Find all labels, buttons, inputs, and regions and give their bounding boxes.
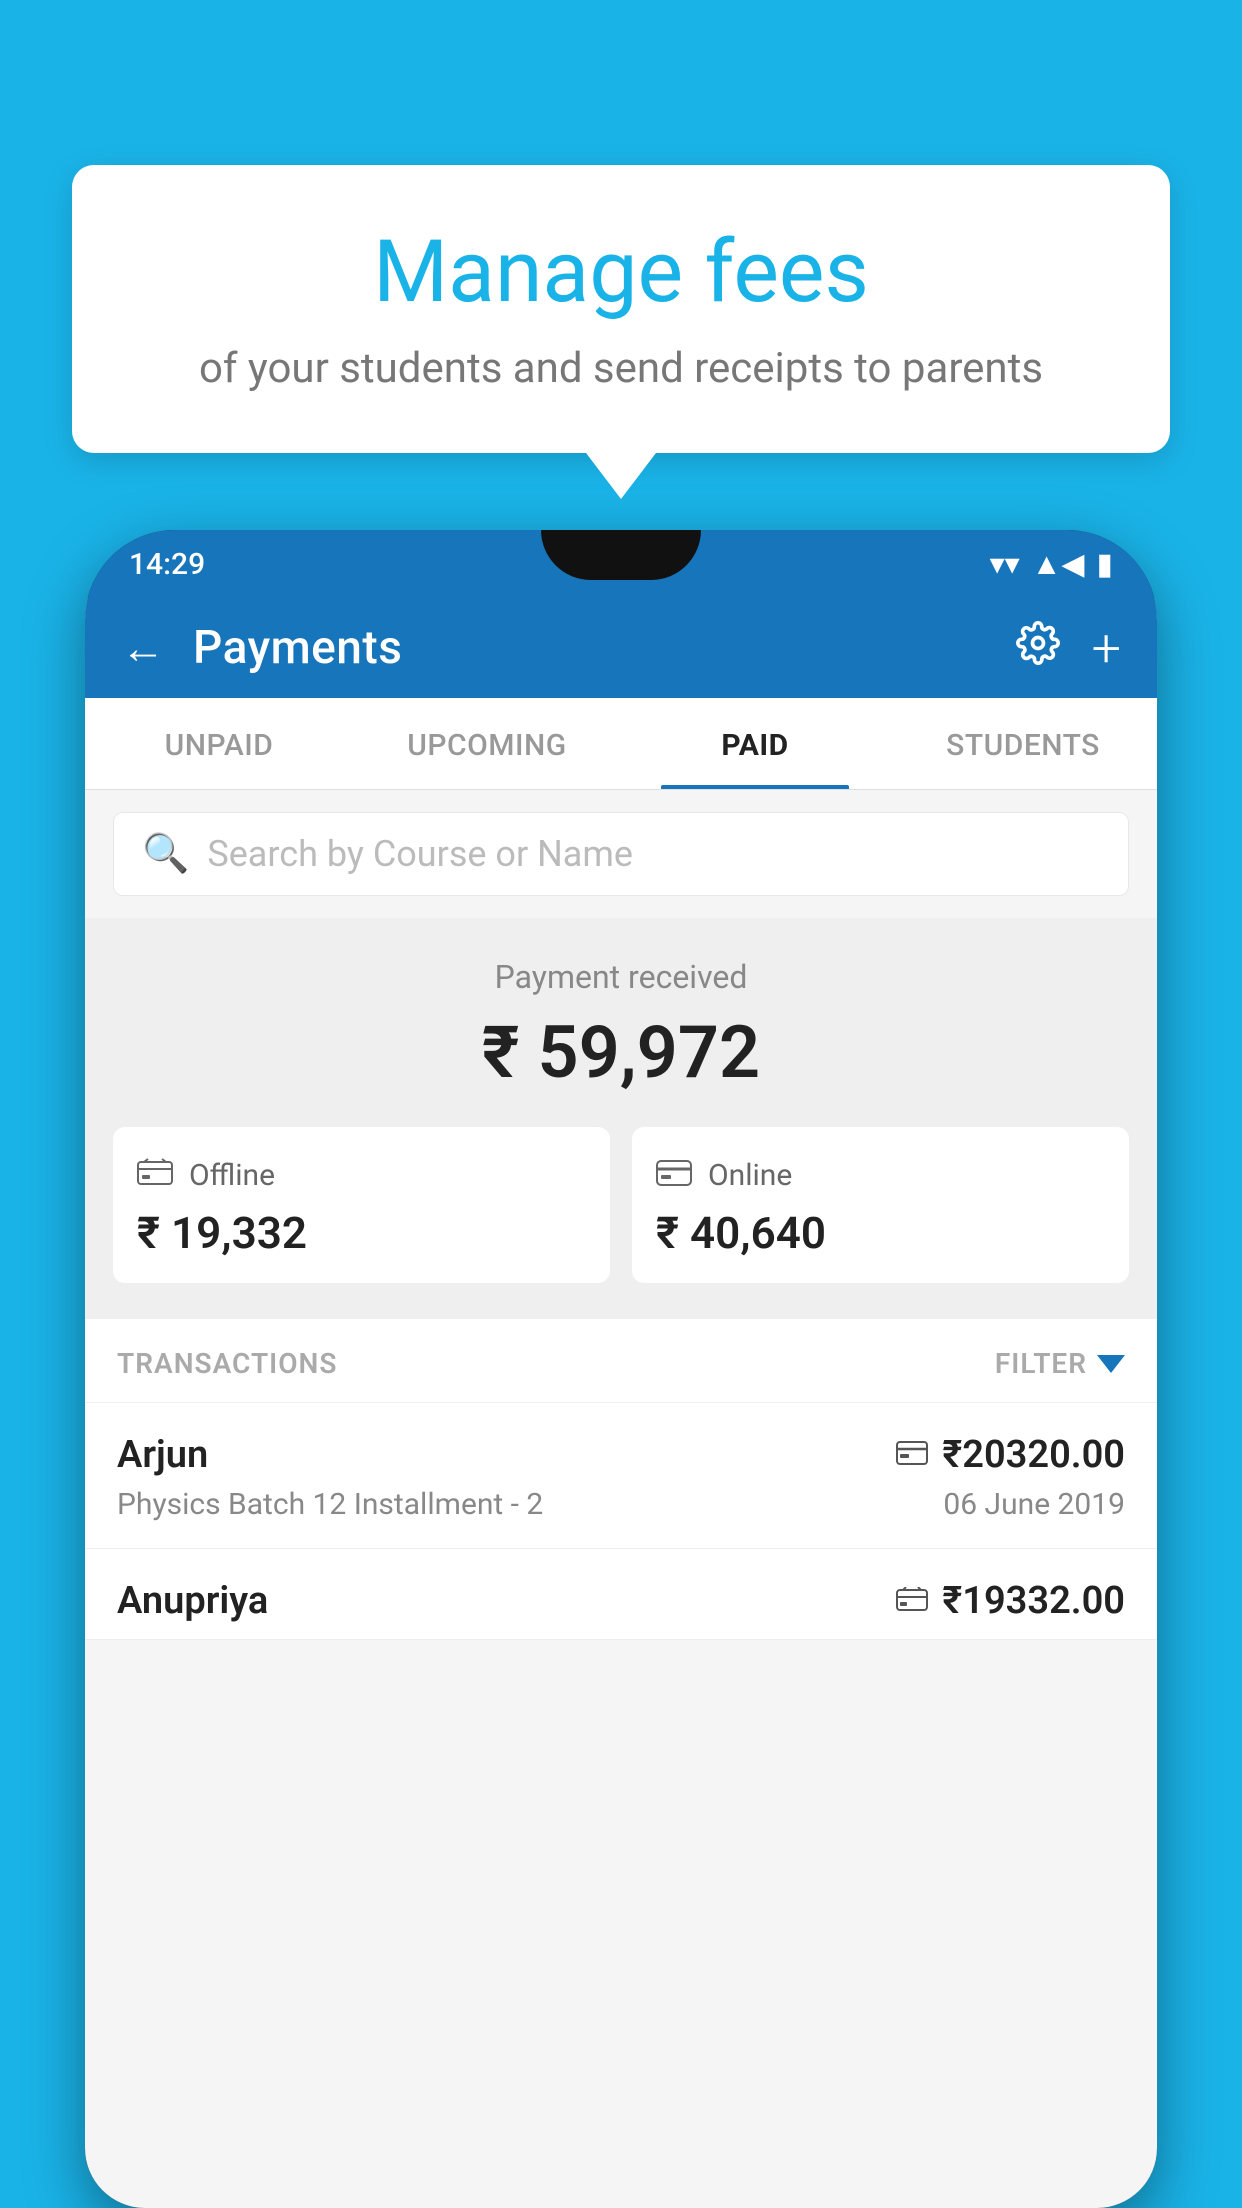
tab-paid[interactable]: PAID [621,698,889,789]
phone-frame: 14:29 ▾▾ ▲◀ ▮ ← Payments + [85,530,1157,2208]
transaction-amount-wrap: ₹19332.00 [896,1579,1125,1623]
time-label: 14:29 [129,547,205,582]
transaction-row[interactable]: Anupriya ₹19332.00 [85,1549,1157,1640]
tab-upcoming[interactable]: UPCOMING [353,698,621,789]
payment-received-label: Payment received [113,958,1129,996]
online-label: Online [708,1158,792,1193]
online-card: Online ₹ 40,640 [632,1127,1129,1283]
tab-students[interactable]: STUDENTS [889,698,1157,789]
transaction-course: Physics Batch 12 Installment - 2 [117,1487,543,1522]
offline-label: Offline [189,1158,275,1193]
add-button[interactable]: + [1092,618,1121,679]
offline-payment-icon [896,1584,928,1619]
filter-button[interactable]: FILTER [995,1347,1125,1380]
transaction-name: Anupriya [117,1579,268,1623]
search-bar[interactable]: 🔍 Search by Course or Name [113,812,1129,896]
wifi-icon: ▾▾ [990,547,1020,582]
search-container: 🔍 Search by Course or Name [85,790,1157,918]
app-header: ← Payments + [85,598,1157,698]
search-input[interactable]: Search by Course or Name [207,833,1100,875]
offline-card: Offline ₹ 19,332 [113,1127,610,1283]
battery-icon: ▮ [1096,547,1113,582]
offline-amount: ₹ 19,332 [137,1207,586,1259]
screen-content: ← Payments + UNPAID UPCOMING PA [85,598,1157,2208]
header-icons: + [1016,618,1121,679]
offline-icon [137,1155,173,1195]
tooltip-card: Manage fees of your students and send re… [72,165,1170,453]
filter-label: FILTER [995,1347,1087,1380]
transactions-header: TRANSACTIONS FILTER [85,1319,1157,1403]
transaction-date: 06 June 2019 [943,1487,1125,1522]
transaction-amount: ₹19332.00 [942,1579,1125,1623]
tabs-container: UNPAID UPCOMING PAID STUDENTS [85,698,1157,790]
transaction-amount: ₹20320.00 [942,1433,1125,1477]
online-payment-icon [896,1438,928,1473]
transactions-label: TRANSACTIONS [117,1347,337,1380]
payment-received-amount: ₹ 59,972 [113,1010,1129,1095]
online-icon [656,1155,692,1195]
transaction-name: Arjun [117,1433,208,1477]
tooltip-subtitle: of your students and send receipts to pa… [152,340,1090,399]
search-icon: 🔍 [142,832,189,876]
signal-icon: ▲◀ [1032,547,1085,582]
transaction-row[interactable]: Arjun ₹20320.00 Physics Batch 12 Install… [85,1403,1157,1549]
filter-icon [1097,1355,1125,1373]
transaction-amount-wrap: ₹20320.00 [896,1433,1125,1477]
tab-unpaid[interactable]: UNPAID [85,698,353,789]
header-title: Payments [193,621,1016,675]
settings-icon[interactable] [1016,621,1060,676]
online-amount: ₹ 40,640 [656,1207,1105,1259]
phone-notch [541,530,701,580]
back-button[interactable]: ← [121,622,165,674]
payment-cards: Offline ₹ 19,332 Online [113,1127,1129,1283]
tooltip-title: Manage fees [152,225,1090,320]
payment-received-section: Payment received ₹ 59,972 [85,918,1157,1319]
